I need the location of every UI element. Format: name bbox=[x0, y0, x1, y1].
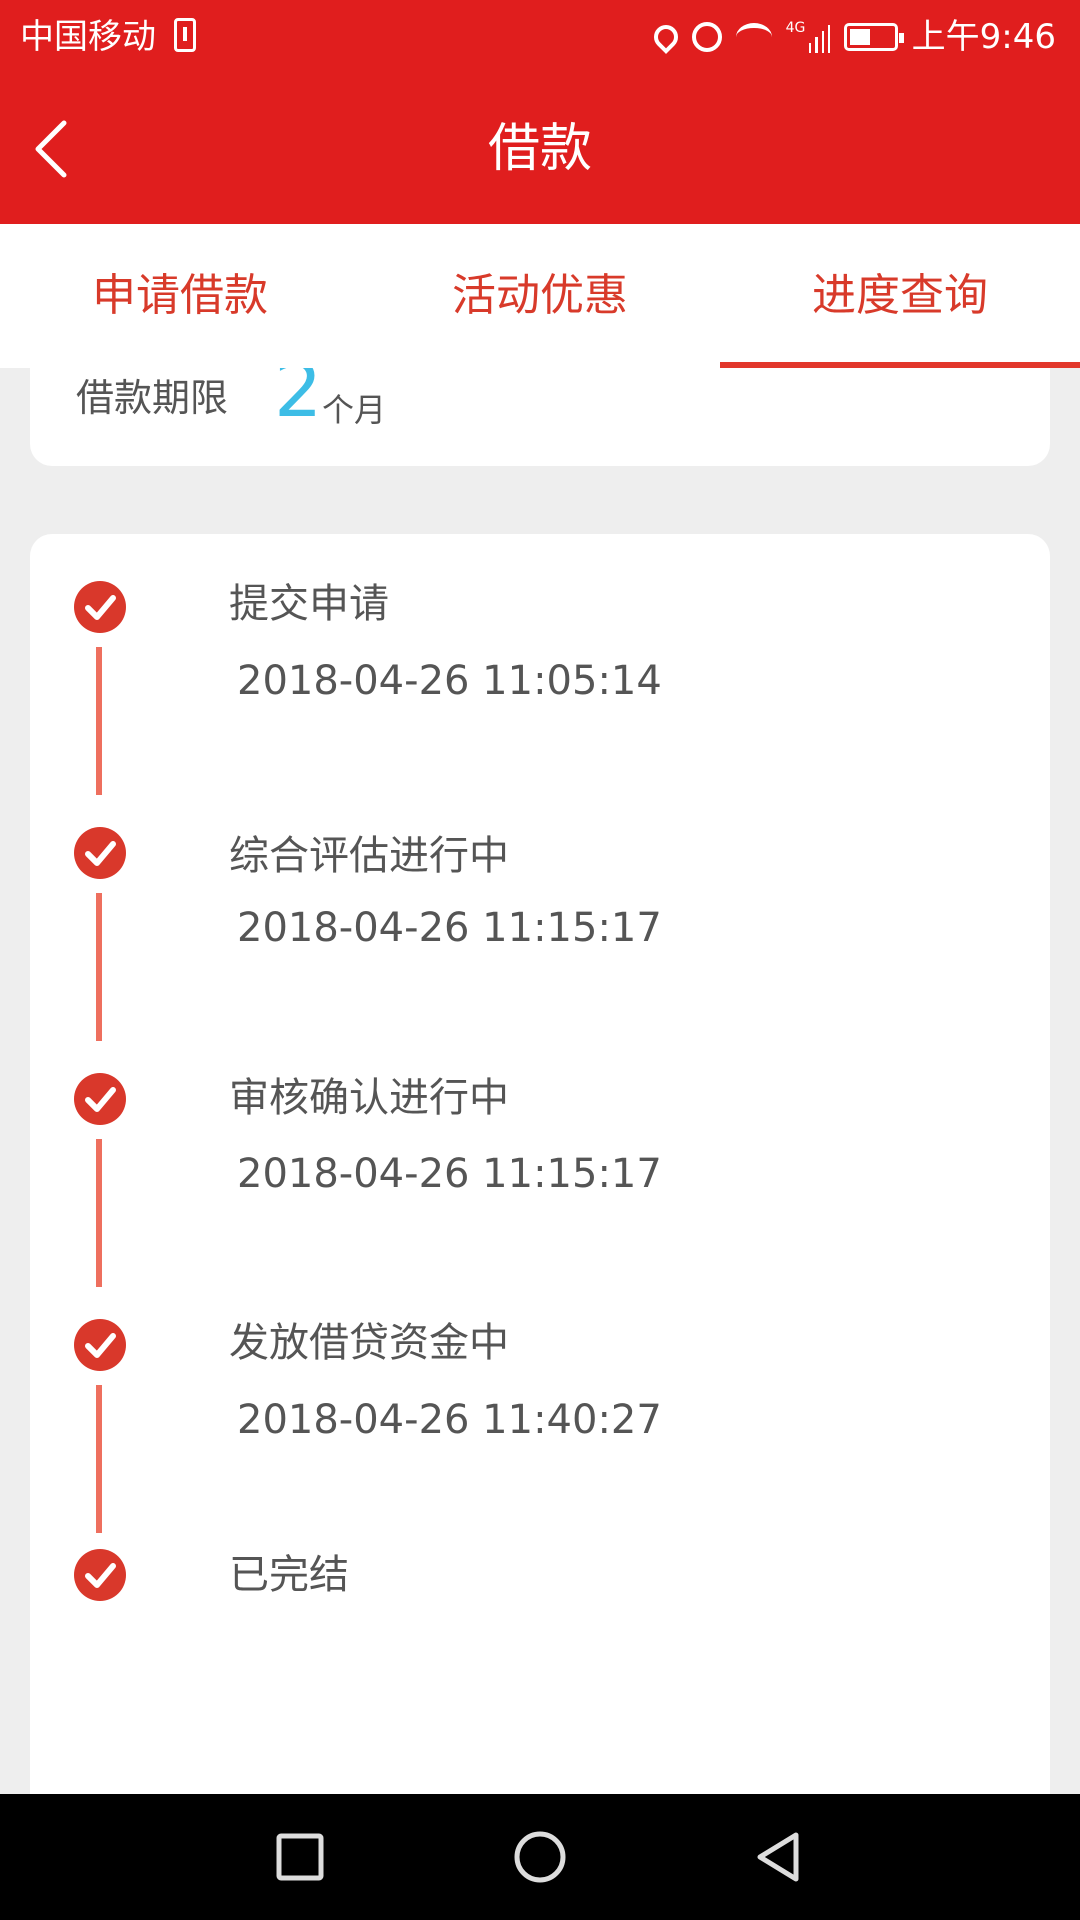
step-label: 已完结 bbox=[229, 1552, 349, 1598]
square-icon[interactable] bbox=[270, 1827, 330, 1887]
step-time: 2018-04-26 11:15:17 bbox=[237, 1151, 662, 1197]
status-bar: 中国移动 4G 上午9:46 bbox=[0, 0, 1080, 74]
step-connector bbox=[96, 647, 102, 795]
step-label: 审核确认进行中 bbox=[229, 1075, 509, 1121]
check-circle-icon bbox=[74, 1073, 126, 1125]
step-label: 综合评估进行中 bbox=[229, 833, 509, 879]
step-time: 2018-04-26 11:05:14 bbox=[237, 658, 662, 704]
check-circle-icon bbox=[74, 1549, 126, 1601]
progress-card: 提交申请 2018-04-26 11:05:14 综合评估进行中 2018-04… bbox=[30, 534, 1050, 1794]
tab-progress-query[interactable]: 进度查询 bbox=[720, 224, 1080, 368]
status-icons: 4G 上午9:46 bbox=[648, 14, 1056, 60]
tab-apply-loan[interactable]: 申请借款 bbox=[0, 224, 360, 368]
title-bar: 借款 bbox=[0, 74, 1080, 224]
signal-icon: 4G bbox=[786, 21, 830, 53]
carrier-name: 中国移动 bbox=[20, 17, 156, 57]
circle-icon[interactable] bbox=[510, 1827, 570, 1887]
loan-term-value: 2 bbox=[274, 368, 323, 434]
check-circle-icon bbox=[74, 581, 126, 633]
step-time: 2018-04-26 11:40:27 bbox=[237, 1397, 662, 1443]
clock: 上午9:46 bbox=[911, 17, 1056, 57]
loan-info-card: 借款期限 2 个月 bbox=[30, 368, 1050, 466]
network-type: 4G bbox=[785, 20, 806, 36]
step-connector bbox=[96, 1139, 102, 1287]
tab-promotions[interactable]: 活动优惠 bbox=[360, 224, 720, 368]
battery-icon bbox=[843, 23, 904, 51]
step-time: 2018-04-26 11:15:17 bbox=[237, 905, 662, 951]
step-label: 发放借贷资金中 bbox=[229, 1320, 509, 1366]
alarm-icon bbox=[691, 22, 722, 52]
sim-upload-icon bbox=[174, 18, 196, 52]
loan-term-unit: 个月 bbox=[322, 391, 387, 429]
check-circle-icon bbox=[74, 1319, 126, 1371]
navigation-bar bbox=[0, 1794, 1080, 1920]
location-icon bbox=[648, 20, 683, 54]
check-circle-icon bbox=[74, 827, 126, 879]
tab-bar: 申请借款 活动优惠 进度查询 bbox=[0, 224, 1080, 368]
page-title: 借款 bbox=[487, 119, 592, 179]
step-connector bbox=[96, 1385, 102, 1533]
step-connector bbox=[96, 893, 102, 1041]
loan-term-label: 借款期限 bbox=[76, 376, 229, 420]
wifi-icon bbox=[735, 23, 772, 51]
step-label: 提交申请 bbox=[229, 581, 389, 627]
triangle-back-icon[interactable] bbox=[750, 1827, 810, 1887]
